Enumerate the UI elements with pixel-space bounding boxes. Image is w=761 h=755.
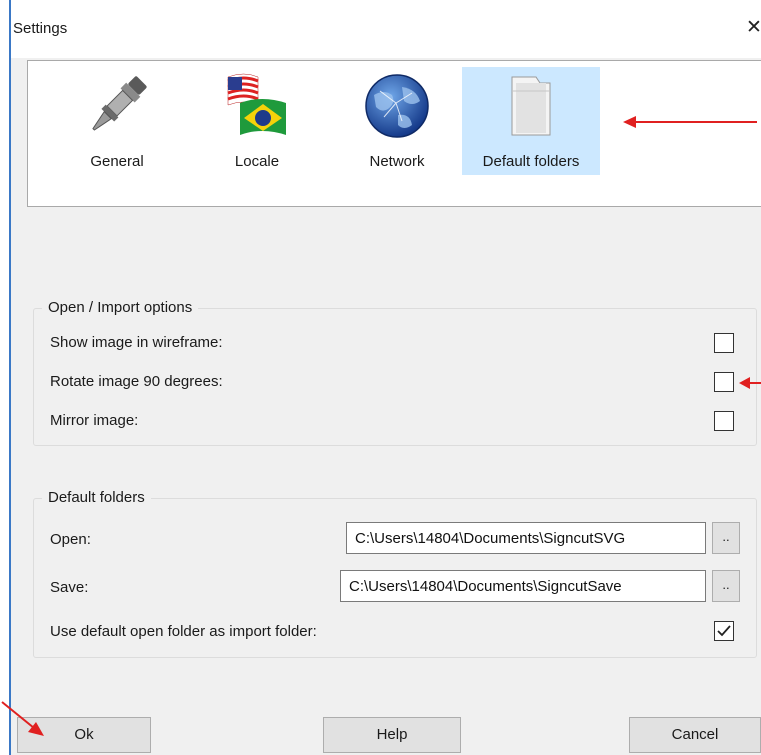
annotation-arrow-icon xyxy=(739,377,761,389)
globe-icon xyxy=(365,74,429,138)
rotate-checkbox[interactable] xyxy=(714,372,734,392)
category-tabs: General Locale Network Default folders xyxy=(27,60,761,207)
title-bar: Settings ✕ xyxy=(11,0,761,58)
tab-general-label: General xyxy=(90,153,144,170)
mirror-label: Mirror image: xyxy=(50,412,139,429)
save-folder-input[interactable] xyxy=(340,570,706,602)
open-browse-button[interactable]: .. xyxy=(712,522,740,554)
save-browse-button[interactable]: .. xyxy=(712,570,740,602)
tab-general[interactable]: General xyxy=(48,67,186,175)
tab-default-folders[interactable]: Default folders xyxy=(462,67,600,175)
cancel-button[interactable]: Cancel xyxy=(629,717,761,753)
pen-icon xyxy=(92,76,147,131)
window-title: Settings xyxy=(13,20,68,37)
use-default-folder-checkbox[interactable] xyxy=(714,621,734,641)
annotation-arrow-icon xyxy=(1,701,44,736)
tab-locale-label: Locale xyxy=(234,153,280,170)
default-folders-group: Default folders Open: .. Save: .. Use de… xyxy=(33,489,757,658)
checkmark-icon xyxy=(717,625,731,637)
default-folders-title: Default folders xyxy=(42,489,151,506)
open-folder-label: Open: xyxy=(50,531,91,548)
help-button[interactable]: Help xyxy=(323,717,461,753)
flags-icon xyxy=(227,73,286,135)
tab-locale[interactable]: Locale xyxy=(188,67,326,175)
settings-dialog: General Locale Network Default folders O… xyxy=(1,58,761,755)
tab-default-folders-label: Default folders xyxy=(482,153,580,170)
close-icon[interactable]: ✕ xyxy=(746,16,761,39)
open-import-group: Open / Import options Show image in wire… xyxy=(33,299,757,446)
wireframe-label: Show image in wireframe: xyxy=(50,334,223,351)
tab-network[interactable]: Network xyxy=(328,67,466,175)
folder-icon xyxy=(511,76,551,136)
mirror-checkbox[interactable] xyxy=(714,411,734,431)
rotate-label: Rotate image 90 degrees: xyxy=(50,373,223,390)
open-folder-input[interactable] xyxy=(346,522,706,554)
wireframe-checkbox[interactable] xyxy=(714,333,734,353)
open-import-title: Open / Import options xyxy=(42,299,199,316)
annotation-arrow-icon xyxy=(623,116,757,128)
tab-network-label: Network xyxy=(369,153,425,170)
save-folder-label: Save: xyxy=(50,579,89,596)
use-default-folder-label: Use default open folder as import folder… xyxy=(50,623,317,640)
